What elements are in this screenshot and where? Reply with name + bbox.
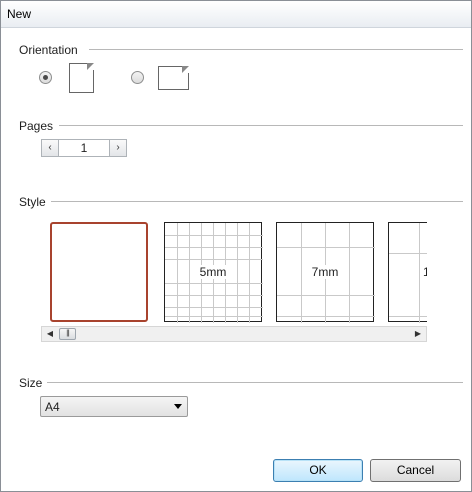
tile-label: 10mm — [422, 265, 427, 279]
pages-decrement-button[interactable]: ‹ — [41, 139, 59, 157]
style-tile-blank[interactable] — [50, 222, 148, 322]
size-label: Size — [19, 376, 43, 390]
scroll-left-arrow-icon[interactable]: ◀ — [42, 327, 58, 341]
scrollbar-thumb[interactable]: ||| — [59, 328, 76, 340]
tile-label-text: 5mm — [198, 265, 228, 279]
style-tile-7mm[interactable]: 7mm — [276, 222, 375, 323]
page-fold — [87, 63, 94, 70]
dialog-body: Orientation Pages ‹ 1 › Style 5mm 7mm 1 … — [1, 28, 471, 491]
portrait-page-icon[interactable] — [69, 63, 94, 93]
tile-label-text — [98, 266, 100, 280]
landscape-radio[interactable] — [131, 71, 144, 84]
style-divider — [51, 201, 463, 202]
title-bar: New — [1, 1, 471, 28]
style-tile-5mm[interactable]: 5mm — [164, 222, 263, 323]
size-divider — [47, 382, 463, 383]
size-dropdown[interactable]: A4 — [40, 396, 188, 417]
pages-label: Pages — [19, 119, 54, 133]
style-gallery: 5mm 7mm 1 — [41, 218, 427, 326]
window-title: New — [7, 7, 32, 21]
orientation-divider — [89, 49, 463, 50]
pages-increment-button[interactable]: › — [109, 139, 127, 157]
portrait-radio[interactable] — [39, 71, 52, 84]
new-dialog: New Orientation Pages ‹ 1 › Style 5mm 7m… — [0, 0, 472, 492]
page-fold — [182, 66, 189, 73]
tile-label: 5mm — [165, 265, 261, 279]
scroll-right-arrow-icon[interactable]: ▶ — [410, 327, 426, 341]
orientation-label: Orientation — [19, 43, 78, 57]
cancel-button[interactable]: Cancel — [370, 459, 461, 482]
pages-divider — [59, 125, 463, 126]
style-horizontal-scrollbar[interactable]: ◀ ||| ▶ — [41, 326, 427, 342]
tile-label: 7mm — [277, 265, 373, 279]
dropdown-arrow-icon — [174, 404, 182, 409]
ok-button[interactable]: OK — [273, 459, 363, 482]
style-tile-10mm[interactable]: 10mm — [388, 222, 427, 323]
radio-selected-dot — [43, 75, 48, 80]
tile-label — [52, 266, 146, 280]
landscape-page-icon[interactable] — [158, 66, 189, 90]
pages-value[interactable]: 1 — [59, 139, 109, 157]
tile-label-text: 7mm — [310, 265, 340, 279]
tile-label-text: 10mm — [422, 265, 427, 279]
size-dropdown-value: A4 — [45, 400, 60, 414]
style-label: Style — [19, 195, 46, 209]
